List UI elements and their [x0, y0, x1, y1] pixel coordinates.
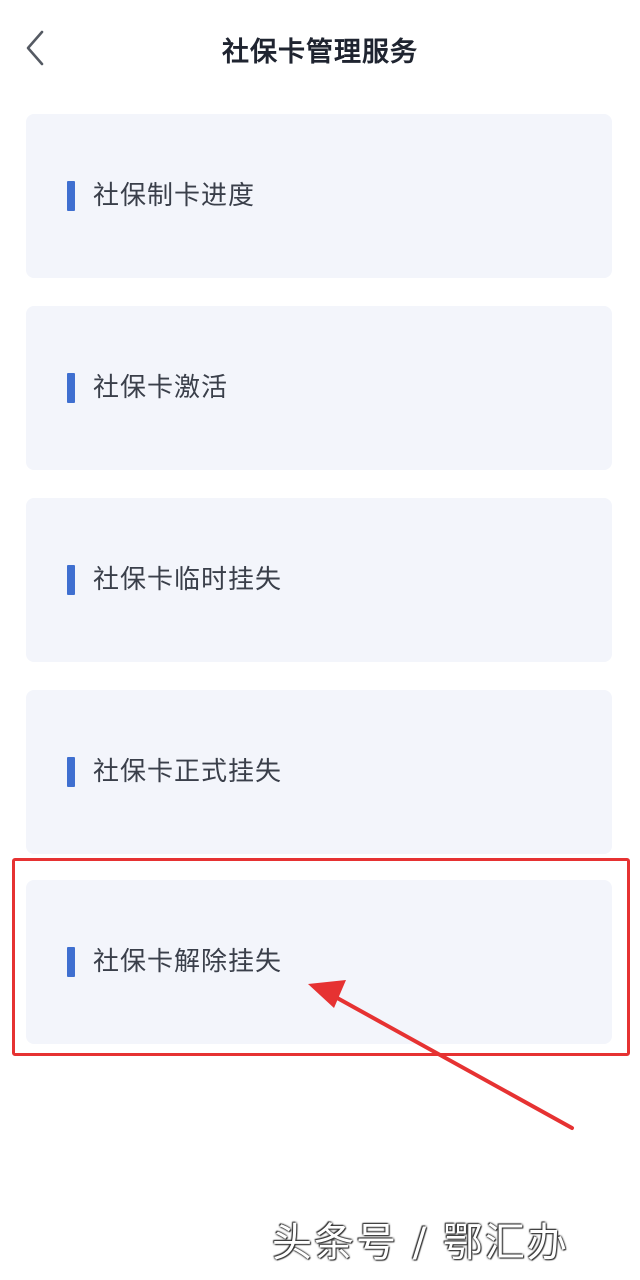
- accent-bar: [67, 947, 75, 977]
- menu-item-label: 社保卡临时挂失: [93, 565, 283, 595]
- menu-item-label: 社保卡正式挂失: [93, 757, 283, 787]
- menu-list: 社保制卡进度 社保卡激活 社保卡临时挂失 社保卡正式挂失 社保卡解除挂失: [0, 0, 640, 1280]
- accent-bar: [67, 373, 75, 403]
- menu-item-temporary-loss-report[interactable]: 社保卡临时挂失: [26, 498, 612, 662]
- menu-item-card-progress[interactable]: 社保制卡进度: [26, 114, 612, 278]
- watermark: 头条号 / 鄂汇办: [272, 1220, 569, 1266]
- accent-bar: [67, 181, 75, 211]
- accent-bar: [67, 565, 75, 595]
- menu-item-formal-loss-report[interactable]: 社保卡正式挂失: [26, 690, 612, 854]
- menu-item-cancel-loss-report[interactable]: 社保卡解除挂失: [26, 880, 612, 1044]
- menu-item-label: 社保卡激活: [93, 373, 229, 403]
- menu-item-label: 社保制卡进度: [93, 181, 256, 211]
- menu-item-label: 社保卡解除挂失: [93, 947, 283, 977]
- menu-item-card-activation[interactable]: 社保卡激活: [26, 306, 612, 470]
- accent-bar: [67, 757, 75, 787]
